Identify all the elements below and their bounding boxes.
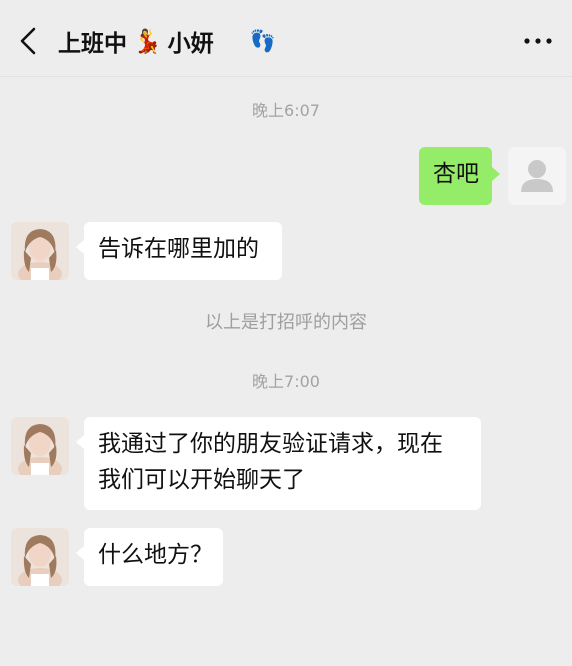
contact-avatar[interactable]: [11, 417, 69, 475]
message-text: 告诉在哪里加的: [98, 236, 259, 262]
my-avatar[interactable]: [508, 147, 566, 205]
dancer-icon: 💃: [133, 28, 162, 55]
footprints-icon: 👣: [249, 28, 276, 53]
incoming-message-bubble[interactable]: 告诉在哪里加的: [76, 222, 282, 280]
timestamp: 晚上6:07: [252, 101, 320, 120]
contact-avatar-image: [11, 417, 69, 475]
message-text-line: 我通过了你的朋友验证请求，现在: [98, 431, 443, 457]
outgoing-message-bubble[interactable]: 杏吧: [419, 147, 500, 205]
chat-title-nickname: 小妍: [167, 31, 214, 57]
message-text: 杏吧: [433, 161, 479, 187]
message-text: 什么地方？: [98, 542, 213, 568]
incoming-message-bubble[interactable]: 我通过了你的朋友验证请求，现在 我们可以开始聊天了: [76, 417, 481, 510]
chat-header: 上班中 💃 小妍 👣: [0, 0, 572, 77]
chat-title: 上班中 💃 小妍 👣: [58, 24, 282, 58]
more-options-icon[interactable]: [518, 30, 558, 52]
chat-title-name: 上班中: [58, 31, 127, 57]
contact-avatar-image: [11, 528, 69, 586]
contact-avatar-image: [11, 222, 69, 280]
incoming-message-bubble[interactable]: 什么地方？: [76, 528, 223, 586]
back-icon[interactable]: [14, 24, 44, 58]
contact-avatar[interactable]: [11, 528, 69, 586]
system-notice: 以上是打招呼的内容: [205, 312, 367, 333]
timestamp: 晚上7:00: [252, 372, 320, 391]
message-text-line: 我们可以开始聊天了: [98, 467, 305, 493]
default-avatar-icon: [508, 147, 566, 205]
contact-avatar[interactable]: [11, 222, 69, 280]
